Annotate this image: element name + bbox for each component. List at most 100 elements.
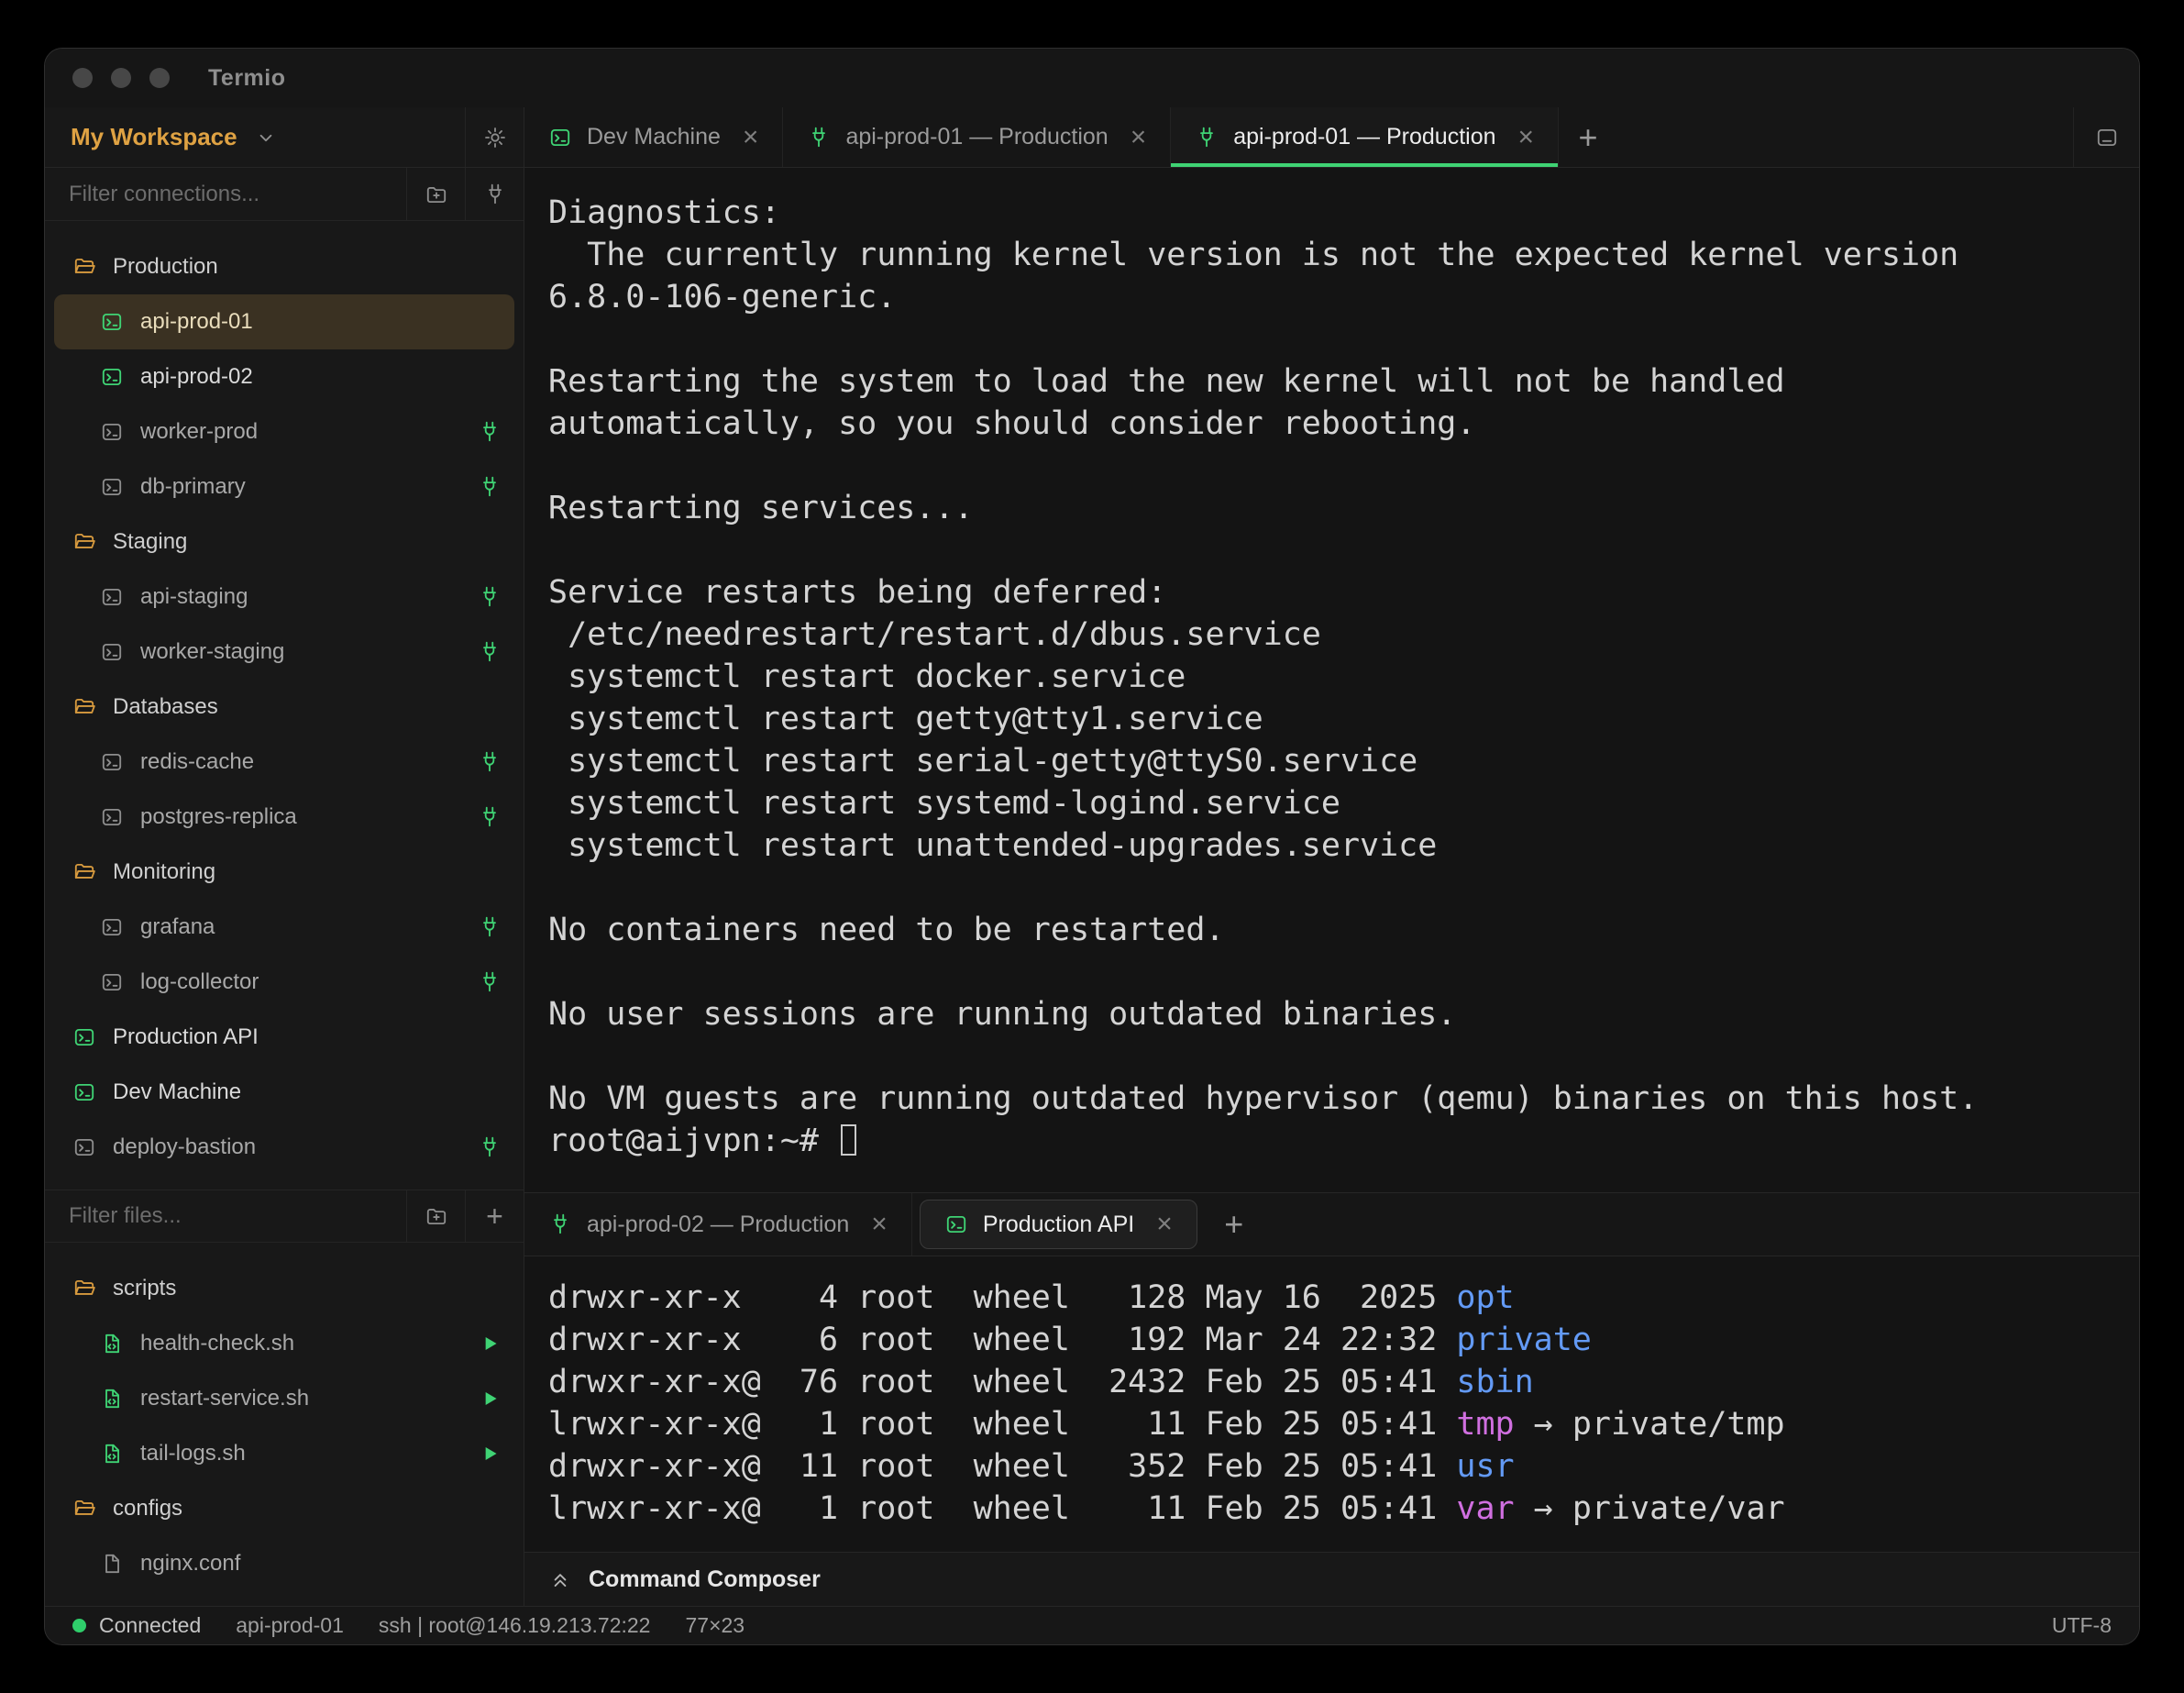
file-health-check-sh[interactable]: health-check.sh (54, 1316, 514, 1371)
minimize-window-button[interactable] (111, 68, 131, 88)
zoom-window-button[interactable] (149, 68, 170, 88)
command-composer[interactable]: Command Composer (524, 1552, 2139, 1606)
new-folder-button[interactable] (406, 1190, 465, 1242)
composer-expand[interactable] (548, 1567, 572, 1591)
close-icon[interactable]: × (871, 1211, 888, 1238)
ls-row: drwxr-xr-x 6 root wheel 192 Mar 24 22:32… (548, 1319, 2115, 1361)
connection-api-prod-01[interactable]: api-prod-01 (54, 294, 514, 349)
folder-production[interactable]: Production (54, 239, 514, 294)
ls-meta: drwxr-xr-x 4 root wheel 128 May 16 2025 (548, 1279, 1456, 1316)
connect-button[interactable] (478, 1135, 502, 1159)
terminal-icon (100, 365, 124, 389)
ls-meta: drwxr-xr-x@ 11 root wheel 352 Feb 25 05:… (548, 1448, 1456, 1485)
folder-scripts[interactable]: scripts (54, 1261, 514, 1316)
terminal-icon (100, 420, 124, 444)
folder-icon (72, 695, 96, 719)
connect-button[interactable] (478, 585, 502, 609)
close-icon[interactable]: × (1131, 124, 1147, 151)
connection-worker-staging[interactable]: worker-staging (54, 625, 514, 680)
close-icon[interactable]: × (743, 124, 759, 151)
files-filter-row: Filter files... + (45, 1190, 524, 1243)
command-palette-button[interactable] (2073, 107, 2139, 167)
connect-button[interactable] (478, 915, 502, 939)
connection-status: Connected (72, 1613, 201, 1638)
new-split-tab-button[interactable]: + (1205, 1205, 1263, 1244)
connection-worker-prod[interactable]: worker-prod (54, 404, 514, 459)
plug-icon (478, 750, 502, 774)
plug-icon (1195, 126, 1219, 149)
folder-monitoring[interactable]: Monitoring (54, 845, 514, 900)
close-icon[interactable]: × (1156, 1211, 1173, 1238)
connection-api-staging[interactable]: api-staging (54, 570, 514, 625)
workspace-selector[interactable]: My Workspace (71, 123, 237, 151)
new-group-button[interactable] (406, 168, 465, 220)
split-tab-production-api[interactable]: Production API× (920, 1200, 1197, 1249)
connect-button[interactable] (478, 420, 502, 444)
symlink-arrow: → (1515, 1406, 1572, 1443)
filter-files-input[interactable]: Filter files... (45, 1203, 406, 1229)
item-label: worker-prod (140, 419, 258, 445)
terminal-icon (100, 805, 124, 829)
connection-deploy-bastion[interactable]: deploy-bastion (54, 1120, 514, 1175)
connection-api-prod-02[interactable]: api-prod-02 (54, 349, 514, 404)
new-connection-button[interactable] (465, 168, 524, 220)
close-window-button[interactable] (72, 68, 93, 88)
titlebar: Termio (45, 49, 2139, 107)
run-script-button[interactable] (478, 1332, 502, 1356)
terminal-icon (100, 640, 124, 664)
connection-dev-machine[interactable]: Dev Machine (54, 1065, 514, 1120)
top-tab-bar: Dev Machine×api-prod-01 — Production×api… (524, 107, 2139, 168)
workspace-dropdown[interactable] (254, 126, 465, 149)
terminal-icon (100, 310, 124, 334)
connection-production-api[interactable]: Production API (54, 1010, 514, 1065)
filter-connections-input[interactable]: Filter connections... (45, 182, 406, 207)
terminal-icon (100, 475, 124, 499)
terminal-icon (72, 1080, 96, 1104)
terminal-icon (100, 750, 124, 774)
folder-configs[interactable]: configs (54, 1481, 514, 1536)
connection-postgres-replica[interactable]: postgres-replica (54, 790, 514, 845)
tab-dev-machine[interactable]: Dev Machine× (524, 107, 783, 167)
run-script-button[interactable] (478, 1387, 502, 1411)
connection-redis-cache[interactable]: redis-cache (54, 735, 514, 790)
folder-staging[interactable]: Staging (54, 515, 514, 570)
script-icon (100, 1332, 124, 1356)
terminal-main[interactable]: Diagnostics: The currently running kerne… (524, 168, 2139, 1192)
connection-db-primary[interactable]: db-primary (54, 459, 514, 515)
folder-icon (72, 1497, 96, 1521)
close-icon[interactable]: × (1518, 124, 1535, 151)
tab-api-prod-01-production[interactable]: api-prod-01 — Production× (1171, 107, 1559, 167)
file-restart-service-sh[interactable]: restart-service.sh (54, 1371, 514, 1426)
status-encoding[interactable]: UTF-8 (2052, 1613, 2112, 1638)
tab-api-prod-01-production[interactable]: api-prod-01 — Production × (783, 107, 1171, 167)
run-script-button[interactable] (478, 1442, 502, 1466)
ls-filename: opt (1456, 1279, 1514, 1316)
terminal-icon (100, 585, 124, 609)
ls-filename: usr (1456, 1448, 1514, 1485)
terminal-main-output: Diagnostics: The currently running kerne… (548, 192, 2115, 1162)
tab-label: api-prod-01 — Production (845, 124, 1108, 150)
connect-button[interactable] (478, 970, 502, 994)
ls-row: drwxr-xr-x@ 11 root wheel 352 Feb 25 05:… (548, 1445, 2115, 1488)
terminal-bottom[interactable]: drwxr-xr-x 4 root wheel 128 May 16 2025 … (524, 1256, 2139, 1552)
item-label: tail-logs.sh (140, 1441, 246, 1466)
connect-button[interactable] (478, 640, 502, 664)
folder-databases[interactable]: Databases (54, 680, 514, 735)
ls-filename: tmp (1456, 1406, 1514, 1443)
new-file-button[interactable]: + (465, 1190, 524, 1242)
file-nginx-conf[interactable]: nginx.conf (54, 1536, 514, 1591)
new-tab-button[interactable]: + (1559, 107, 1617, 167)
plug-icon (478, 1135, 502, 1159)
connect-button[interactable] (478, 805, 502, 829)
connection-log-collector[interactable]: log-collector (54, 955, 514, 1010)
file-tail-logs-sh[interactable]: tail-logs.sh (54, 1426, 514, 1481)
item-label: log-collector (140, 969, 259, 995)
split-tab-api-prod-02-production[interactable]: api-prod-02 — Production× (524, 1193, 912, 1256)
terminal-icon (72, 1025, 96, 1049)
plug-icon (807, 126, 831, 149)
folder-icon (72, 255, 96, 279)
settings-button[interactable] (465, 107, 524, 167)
connect-button[interactable] (478, 750, 502, 774)
connect-button[interactable] (478, 475, 502, 499)
connection-grafana[interactable]: grafana (54, 900, 514, 955)
